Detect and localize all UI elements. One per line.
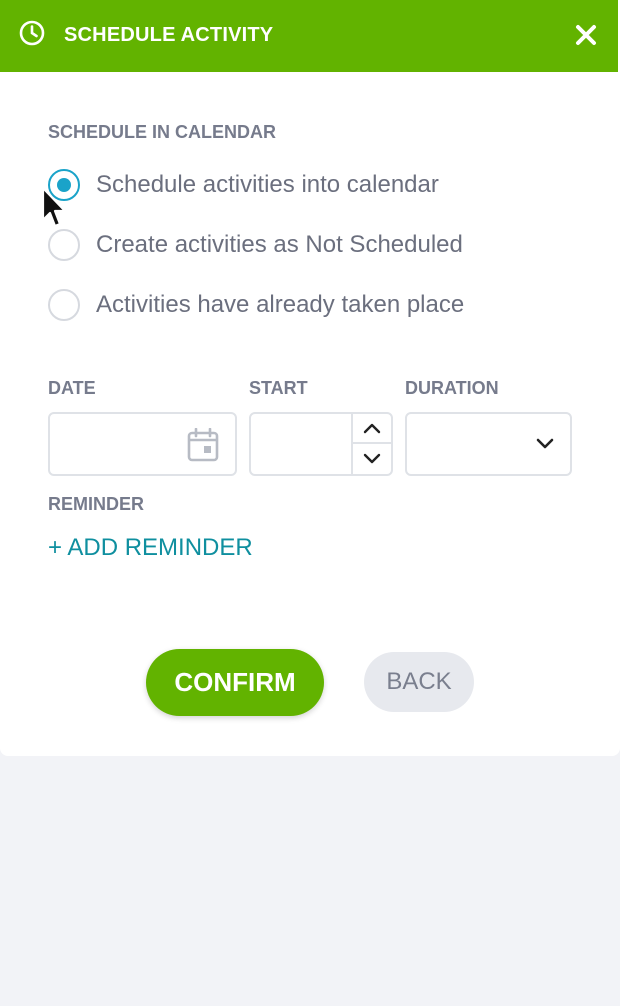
clock-icon: [19, 20, 45, 46]
chevron-down-icon: [536, 438, 554, 449]
dialog-header: SCHEDULE ACTIVITY: [0, 0, 618, 72]
calendar-icon[interactable]: [187, 428, 219, 462]
confirm-button[interactable]: CONFIRM: [146, 649, 324, 716]
radio-label: Activities have already taken place: [96, 291, 465, 318]
radio-button[interactable]: [48, 289, 80, 321]
radio-label: Schedule activities into calendar: [96, 171, 439, 198]
radio-option-not-scheduled[interactable]: Create activities as Not Scheduled: [48, 228, 463, 262]
dialog-title: SCHEDULE ACTIVITY: [64, 24, 274, 46]
start-label: START: [249, 378, 308, 398]
radio-label: Create activities as Not Scheduled: [96, 231, 463, 258]
back-button[interactable]: BACK: [364, 652, 474, 712]
reminder-label: REMINDER: [48, 494, 145, 514]
start-time-input[interactable]: [249, 412, 393, 476]
duration-select[interactable]: [405, 412, 572, 476]
stepper-down-button[interactable]: [353, 444, 391, 474]
time-stepper: [351, 414, 391, 474]
mouse-cursor-icon: [41, 186, 67, 228]
radio-option-schedule-into-calendar[interactable]: Schedule activities into calendar: [48, 168, 439, 202]
date-input[interactable]: [48, 412, 237, 476]
duration-label: DURATION: [405, 378, 499, 398]
chevron-up-icon: [363, 423, 381, 434]
stepper-up-button[interactable]: [353, 414, 391, 444]
add-reminder-link[interactable]: + ADD REMINDER: [48, 534, 253, 562]
close-icon[interactable]: [573, 22, 599, 48]
radio-option-already-taken-place[interactable]: Activities have already taken place: [48, 288, 464, 322]
chevron-down-icon: [363, 453, 381, 464]
date-label: DATE: [48, 378, 96, 398]
schedule-activity-dialog: SCHEDULE ACTIVITY SCHEDULE IN CALENDAR S…: [0, 0, 620, 756]
schedule-section-label: SCHEDULE IN CALENDAR: [48, 122, 277, 142]
